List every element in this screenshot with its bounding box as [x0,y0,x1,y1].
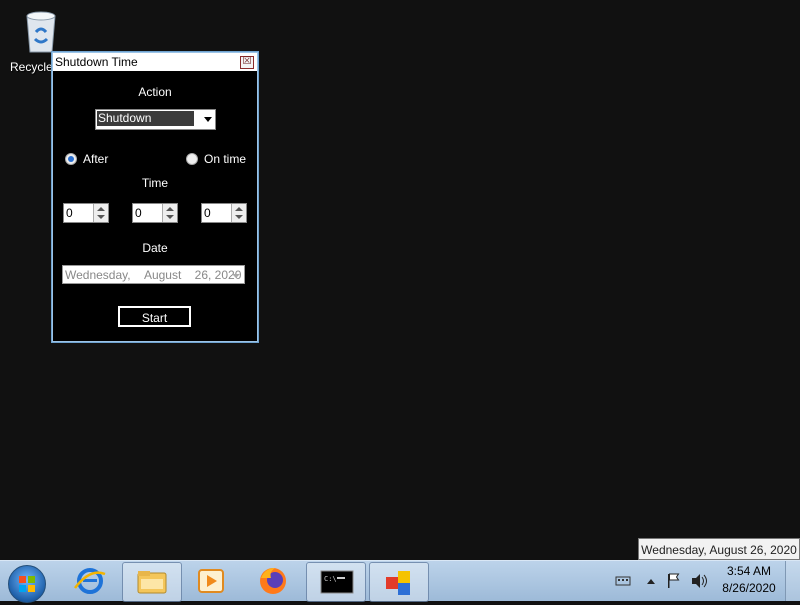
show-desktop-button[interactable] [785,561,800,601]
taskbar-media-player[interactable] [183,562,241,600]
stepper-up-icon[interactable] [235,207,243,211]
folder-icon [137,571,167,594]
close-button[interactable]: ☒ [240,56,254,69]
recycle-bin-icon [26,11,56,53]
chevron-down-icon [232,274,240,278]
clock-tooltip: Wednesday, August 26, 2020 [638,538,800,560]
media-player-icon [198,569,224,593]
internet-explorer-icon [74,568,106,594]
taskbar-firefox[interactable] [244,562,302,600]
command-prompt-icon: C:\ [320,570,354,594]
date-label: Date [142,241,168,255]
taskbar-shutdown-time-app[interactable] [369,562,429,602]
stepper-up-icon[interactable] [166,207,174,211]
recycle-bin-label: Recycle [10,60,53,74]
action-center-flag-icon[interactable] [665,561,681,601]
stepper-up-icon[interactable] [97,207,105,211]
seconds-value: 0 [204,206,211,220]
taskbar-command-prompt[interactable]: C:\ [306,562,366,602]
time-label: Time [141,176,169,190]
stepper-down-icon[interactable] [235,215,243,219]
keyboard-icon[interactable] [615,561,631,601]
clock-time: 3:54 AM [726,564,772,578]
minutes-stepper[interactable]: 0 [132,203,178,223]
action-selected-value: Shutdown [97,111,194,126]
minutes-value: 0 [135,206,142,220]
firefox-icon [260,568,286,594]
taskbar-file-explorer[interactable] [122,562,182,602]
window-title: Shutdown Time [55,55,138,69]
hours-value: 0 [66,206,73,220]
date-month: August [143,268,182,282]
date-weekday: Wednesday, [65,268,131,282]
radio-after[interactable]: After [65,152,108,166]
date-picker[interactable]: Wednesday, August 26, 2020 [62,265,245,284]
action-label: Action [138,85,172,99]
radio-unselected-icon [186,152,198,165]
taskbar: C:\ 3:54 AM 8/26/2020 [0,560,800,603]
stepper-down-icon[interactable] [166,215,174,219]
close-icon: ☒ [242,56,252,67]
title-bar[interactable]: Shutdown Time ☒ [53,53,257,71]
svg-text:C:\: C:\ [324,575,337,583]
clock-date: 8/26/2020 [722,581,776,595]
radio-on-time[interactable]: On time [186,152,246,166]
volume-icon[interactable] [690,561,708,601]
seconds-stepper[interactable]: 0 [201,203,247,223]
start-menu-button[interactable] [8,565,46,603]
app-window-icon [386,571,410,595]
radio-selected-icon [65,152,77,165]
chevron-down-icon [204,117,212,122]
radio-on-time-label: On time [204,152,247,166]
taskbar-internet-explorer[interactable] [61,562,119,600]
stepper-down-icon[interactable] [97,215,105,219]
shutdown-time-window: Shutdown Time ☒ Action Shutdown After On… [51,51,259,343]
start-button[interactable]: Start [118,306,191,327]
system-clock[interactable]: 3:54 AM 8/26/2020 [716,563,782,597]
show-hidden-icons-icon[interactable] [645,561,657,601]
hours-stepper[interactable]: 0 [63,203,109,223]
recycle-bin-shortcut[interactable]: Recycle [8,6,78,74]
action-select[interactable]: Shutdown [95,109,216,130]
radio-after-label: After [83,152,109,166]
windows-logo-icon [19,576,35,592]
